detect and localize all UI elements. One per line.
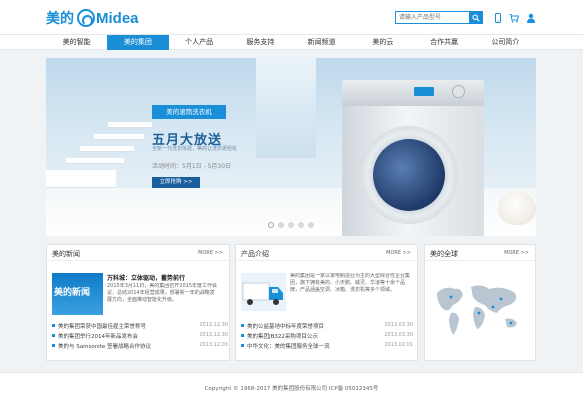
washer-display-panel	[414, 87, 434, 96]
search-button[interactable]	[469, 11, 483, 24]
banner-dot-4[interactable]	[298, 222, 304, 228]
banner-date: 活动时间：5月1日 - 5月30日	[152, 163, 232, 170]
news-lead-title[interactable]: 万科城：立体驱动，蓄势前行	[107, 273, 185, 282]
copyright-text: Copyright © 1968-2017 美的集团股份有限公司 ICP备 05…	[204, 386, 379, 392]
banner-buy-button[interactable]: 立即抢购 >>	[152, 177, 200, 188]
products-list: 美的公益基地中标年度荣誉项目 2013.03.30 美的集团JB322采购项目公示…	[241, 321, 413, 351]
world-map-image[interactable]	[431, 269, 525, 345]
nav-item-cloud[interactable]: 美的云	[352, 35, 413, 50]
search-icon	[472, 13, 480, 22]
nav-item-about[interactable]: 公司简介	[475, 35, 536, 50]
washing-machine-image	[342, 80, 484, 236]
site-header: 美的 Midea	[0, 0, 583, 34]
banner-stair-step	[66, 158, 124, 164]
list-item[interactable]: 美的公益基地中标年度荣誉项目 2013.03.30	[241, 321, 413, 331]
nav-item-service-support[interactable]: 服务支持	[230, 35, 291, 50]
news-list: 美的集团荣获中国最佳雇主荣誉称号 2013.12.30 美的集团举行2014年新品…	[52, 321, 228, 351]
products-panel: 产品介绍 MORE >> 美的集团是一家以家电制造业为主的大型综合性企业集团，旗…	[235, 244, 418, 361]
mobile-icon[interactable]	[493, 12, 503, 23]
list-item[interactable]: 美的集团JB322采购项目公示 2013.03.30	[241, 331, 413, 341]
news-thumbnail-text: 美的新闻	[54, 288, 91, 298]
nav-item-personal-products[interactable]: 个人产品	[169, 35, 230, 50]
logo-english-text: Midea	[96, 9, 139, 27]
truck-image[interactable]	[241, 273, 286, 311]
banner-stair-step	[94, 134, 144, 140]
midea-logo-mark-icon	[77, 9, 95, 27]
banner-product-tag: 美的滚筒洗衣机	[152, 105, 226, 119]
cart-icon[interactable]	[509, 12, 519, 23]
products-more-link[interactable]: MORE >>	[386, 250, 411, 256]
logo-chinese-text: 美的	[46, 11, 74, 27]
banner-stair-step	[80, 146, 134, 152]
news-thumbnail[interactable]: 美的新闻	[52, 273, 103, 315]
banner-subtitle: 全新一代洗衣体验，美的让洗衣更轻松	[152, 146, 238, 152]
global-panel-title: 美的全球	[430, 250, 458, 258]
news-panel: 美的新闻 MORE >> 美的新闻 万科城：立体驱动，蓄势前行 2015年3月1…	[46, 244, 230, 361]
nav-item-news[interactable]: 新闻频道	[291, 35, 352, 50]
banner-window-light	[256, 58, 316, 158]
site-footer: Copyright © 1968-2017 美的集团股份有限公司 ICP备 05…	[0, 372, 583, 400]
nav-item-cooperation[interactable]: 合作共赢	[414, 35, 475, 50]
banner-dot-1[interactable]	[268, 222, 274, 228]
news-panel-title: 美的新闻	[52, 250, 80, 258]
list-item[interactable]: 美的集团荣获中国最佳雇主荣誉称号 2013.12.30	[52, 321, 228, 331]
products-panel-title: 产品介绍	[241, 250, 269, 258]
news-lead-description: 2015年3月11日，美的集团召开2015年度工作会议，总结2014年经营成果，…	[107, 283, 217, 303]
list-item[interactable]: 美的与 Samsonite 签署战略合作协议 2013.12.03	[52, 341, 228, 351]
midea-logo[interactable]: 美的 Midea	[46, 8, 139, 28]
washer-knob	[452, 85, 465, 98]
banner-stair-base	[46, 170, 116, 188]
list-item[interactable]: 中华文化：美的集团服务全球一流 2013.02.01	[241, 341, 413, 351]
products-description: 美的集团是一家以家电制造业为主的大型综合性企业集团，旗下拥有美的、小天鹅、威灵、…	[290, 273, 411, 293]
search-input[interactable]	[395, 11, 469, 24]
decorative-vase	[498, 191, 536, 225]
banner-dot-5[interactable]	[308, 222, 314, 228]
main-navigation: 美的智能 美的集团 个人产品 服务支持 新闻频道 美的云 合作共赢 公司简介	[0, 34, 583, 50]
news-more-link[interactable]: MORE >>	[198, 250, 223, 256]
global-more-link[interactable]: MORE >>	[504, 250, 529, 256]
banner-stair-step	[108, 122, 152, 128]
user-icon[interactable]	[526, 12, 536, 23]
banner-pagination	[266, 222, 316, 228]
list-item[interactable]: 美的集团举行2014年新品发布会 2013.12.30	[52, 331, 228, 341]
banner-dot-3[interactable]	[288, 222, 294, 228]
banner-dot-2[interactable]	[278, 222, 284, 228]
washer-door-glass	[373, 139, 445, 211]
hero-banner[interactable]: 美的滚筒洗衣机 五月大放送 全新一代洗衣体验，美的让洗衣更轻松 活动时间：5月1…	[46, 58, 536, 236]
global-panel: 美的全球 MORE >>	[424, 244, 536, 361]
nav-item-group[interactable]: 美的集团	[107, 35, 169, 50]
nav-item-smart[interactable]: 美的智能	[46, 35, 107, 50]
